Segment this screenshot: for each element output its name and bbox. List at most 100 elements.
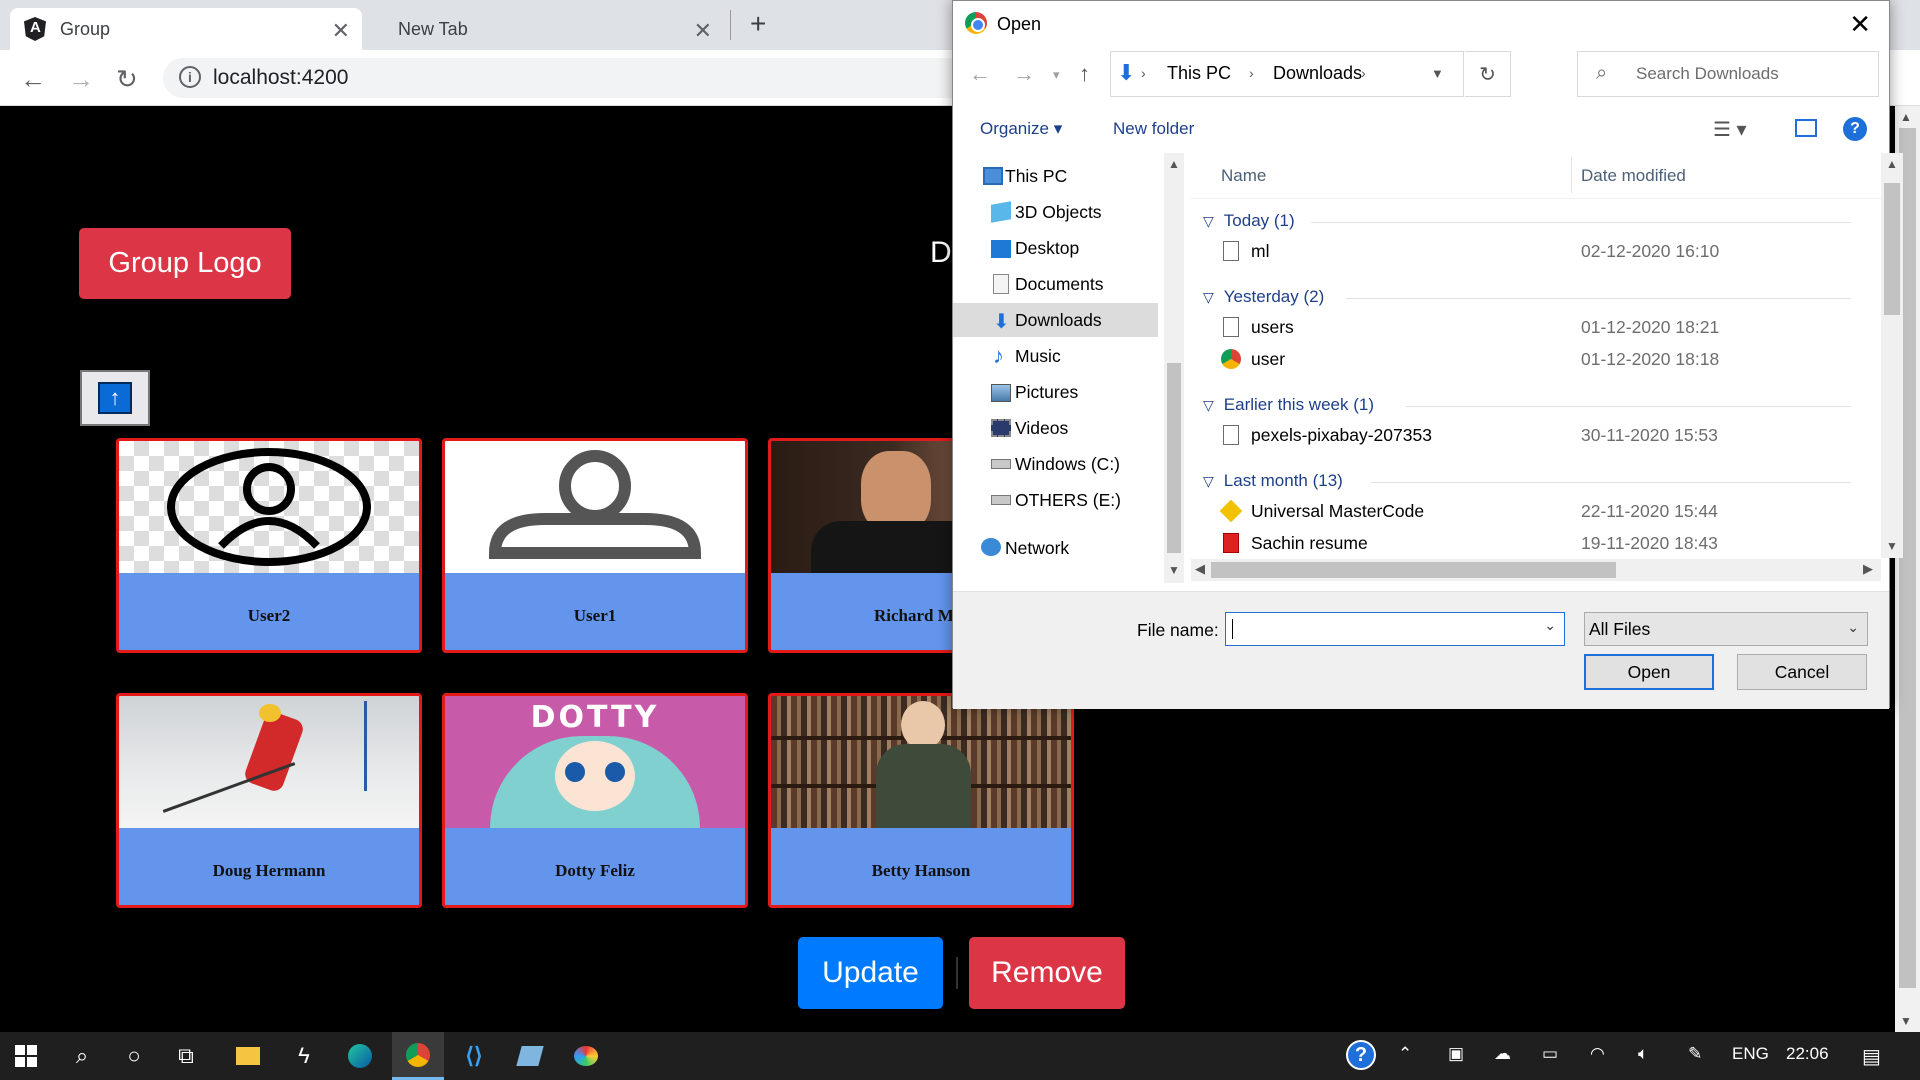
tab-group[interactable]: A Group ✕ <box>10 8 362 50</box>
windows-start-icon[interactable] <box>0 1032 52 1080</box>
file-row[interactable]: user 01-12-2020 18:18 <box>1221 345 1823 375</box>
file-explorer-icon[interactable] <box>222 1032 274 1080</box>
close-tab-icon[interactable]: ✕ <box>332 18 350 44</box>
nav-music[interactable]: ♪ Music <box>953 339 1158 373</box>
cancel-button[interactable]: Cancel <box>1737 654 1867 690</box>
column-name[interactable]: Name <box>1221 166 1266 186</box>
task-view-icon[interactable]: ⧉ <box>160 1032 212 1080</box>
meet-now-icon[interactable]: ▣ <box>1448 1044 1464 1064</box>
chevron-up-icon[interactable]: ⌃ <box>1398 1044 1412 1064</box>
chevron-down-icon[interactable]: ▼ <box>1431 66 1444 81</box>
member-card[interactable]: User1 <box>442 438 748 653</box>
remove-button[interactable]: Remove <box>969 937 1125 1009</box>
new-tab-plus-icon[interactable]: + <box>750 8 766 40</box>
language-indicator[interactable]: ENG <box>1732 1044 1769 1064</box>
nav-desktop[interactable]: Desktop <box>953 231 1158 265</box>
scroll-up-icon[interactable]: ▲ <box>1900 110 1912 124</box>
help-icon[interactable]: ? <box>1843 117 1867 141</box>
clock[interactable]: 22:06 <box>1786 1044 1829 1064</box>
file-row[interactable]: Sachin resume 19-11-2020 18:43 <box>1223 529 1823 555</box>
scroll-left-icon[interactable]: ◀ <box>1195 561 1205 577</box>
pen-icon[interactable]: ✎ <box>1688 1044 1702 1064</box>
onedrive-icon[interactable]: ☁ <box>1494 1044 1511 1064</box>
scrollbar-thumb[interactable] <box>1167 363 1181 553</box>
group-logo-button[interactable]: Group Logo <box>79 228 291 299</box>
scroll-up-icon[interactable]: ▲ <box>1168 157 1180 171</box>
breadcrumb-this-pc[interactable]: This PC <box>1167 63 1231 84</box>
nav-windows-c[interactable]: Windows (C:) <box>953 447 1158 481</box>
file-row[interactable]: ml 02-12-2020 16:10 <box>1223 237 1823 267</box>
open-button[interactable]: Open <box>1584 654 1714 690</box>
search-icon[interactable]: ⌕ <box>56 1032 108 1080</box>
scroll-down-icon[interactable]: ▼ <box>1900 1014 1912 1028</box>
back-arrow-icon[interactable]: ← <box>969 61 991 87</box>
nav-documents[interactable]: Documents <box>953 267 1158 301</box>
file-list-vertical-scrollbar[interactable]: ▲ ▼ <box>1881 153 1903 558</box>
power-automate-icon[interactable]: ϟ <box>278 1032 330 1080</box>
nav-scrollbar[interactable]: ▲ ▼ <box>1164 153 1184 583</box>
member-card[interactable]: DOTTY Dotty Feliz <box>442 693 748 908</box>
file-list-horizontal-scrollbar[interactable]: ◀ ▶ <box>1191 559 1881 581</box>
volume-icon[interactable]: 🔈︎ <box>1638 1044 1648 1064</box>
file-row[interactable]: pexels-pixabay-207353 30-11-2020 15:53 <box>1223 421 1823 451</box>
battery-icon[interactable]: ▭ <box>1542 1044 1558 1064</box>
scrollbar-thumb[interactable] <box>1211 562 1616 578</box>
scroll-right-icon[interactable]: ▶ <box>1863 561 1873 577</box>
group-yesterday[interactable]: ▽ Yesterday (2) <box>1203 287 1324 307</box>
paint-icon[interactable] <box>560 1032 612 1080</box>
member-card[interactable]: User2 <box>116 438 422 653</box>
nav-videos[interactable]: Videos <box>953 411 1158 445</box>
preview-pane-icon[interactable] <box>1795 119 1817 137</box>
group-earlier-this-week[interactable]: ▽ Earlier this week (1) <box>1203 395 1374 415</box>
chrome-icon[interactable] <box>392 1032 444 1080</box>
upload-button[interactable]: ↑ <box>80 370 150 426</box>
nav-downloads[interactable]: ⬇ Downloads <box>953 303 1158 337</box>
organize-button[interactable]: Organize ▾ <box>980 119 1062 139</box>
group-last-month[interactable]: ▽ Last month (13) <box>1203 471 1343 491</box>
nav-others-e[interactable]: OTHERS (E:) <box>953 483 1158 517</box>
scroll-down-icon[interactable]: ▼ <box>1168 563 1180 577</box>
member-card[interactable]: Doug Hermann <box>116 693 422 908</box>
column-date-modified[interactable]: Date modified <box>1581 166 1686 186</box>
breadcrumb-downloads[interactable]: Downloads <box>1273 63 1362 84</box>
group-today[interactable]: ▽ Today (1) <box>1203 211 1295 231</box>
nav-pictures[interactable]: Pictures <box>953 375 1158 409</box>
notepad-icon[interactable] <box>504 1032 556 1080</box>
file-row[interactable]: Universal MasterCode 22-11-2020 15:44 <box>1219 497 1823 527</box>
search-input[interactable]: ⌕ Search Downloads <box>1577 51 1879 97</box>
nav-network[interactable]: Network <box>953 531 1158 565</box>
tab-new-tab[interactable]: New Tab ✕ <box>372 8 724 50</box>
edge-icon[interactable] <box>334 1032 386 1080</box>
forward-arrow-icon[interactable]: → <box>68 64 94 95</box>
column-divider[interactable] <box>1571 157 1572 193</box>
scroll-up-icon[interactable]: ▲ <box>1886 157 1898 171</box>
breadcrumb[interactable]: ⬇ › This PC › Downloads › ▼ <box>1110 51 1464 97</box>
scroll-down-icon[interactable]: ▼ <box>1886 539 1898 553</box>
chevron-down-icon[interactable]: ⌄ <box>1544 617 1556 634</box>
scrollbar-thumb[interactable] <box>1884 183 1900 315</box>
info-icon[interactable]: i <box>179 66 201 88</box>
refresh-icon[interactable]: ↻ <box>1465 51 1511 97</box>
nav-this-pc[interactable]: This PC <box>953 159 1158 193</box>
up-arrow-icon[interactable]: ↑ <box>1079 61 1090 87</box>
file-name-input[interactable]: ⌄ <box>1225 612 1565 646</box>
new-folder-button[interactable]: New folder <box>1113 119 1194 139</box>
close-tab-icon[interactable]: ✕ <box>694 18 712 44</box>
close-icon[interactable]: ✕ <box>1849 9 1871 40</box>
file-type-select[interactable]: All Files ⌄ <box>1584 612 1868 646</box>
forward-arrow-icon[interactable]: → <box>1013 61 1035 87</box>
reload-icon[interactable]: ↻ <box>116 64 138 95</box>
help-icon[interactable]: ? <box>1346 1040 1376 1070</box>
wifi-icon[interactable]: ◠ <box>1590 1044 1605 1064</box>
nav-3d-objects[interactable]: 3D Objects <box>953 195 1158 229</box>
back-arrow-icon[interactable]: ← <box>20 64 46 95</box>
notifications-icon[interactable]: ▤ <box>1862 1044 1881 1069</box>
recent-dropdown-icon[interactable]: ▾ <box>1053 67 1060 83</box>
file-row[interactable]: users 01-12-2020 18:21 <box>1223 313 1823 343</box>
cortana-icon[interactable]: ○ <box>108 1032 160 1080</box>
vscode-icon[interactable]: ⟨⟩ <box>448 1032 500 1080</box>
change-view-icon[interactable]: ☰ ▾ <box>1713 117 1747 142</box>
search-icon: ⌕ <box>1596 62 1608 84</box>
member-card[interactable]: Betty Hanson <box>768 693 1074 908</box>
update-button[interactable]: Update <box>798 937 943 1009</box>
